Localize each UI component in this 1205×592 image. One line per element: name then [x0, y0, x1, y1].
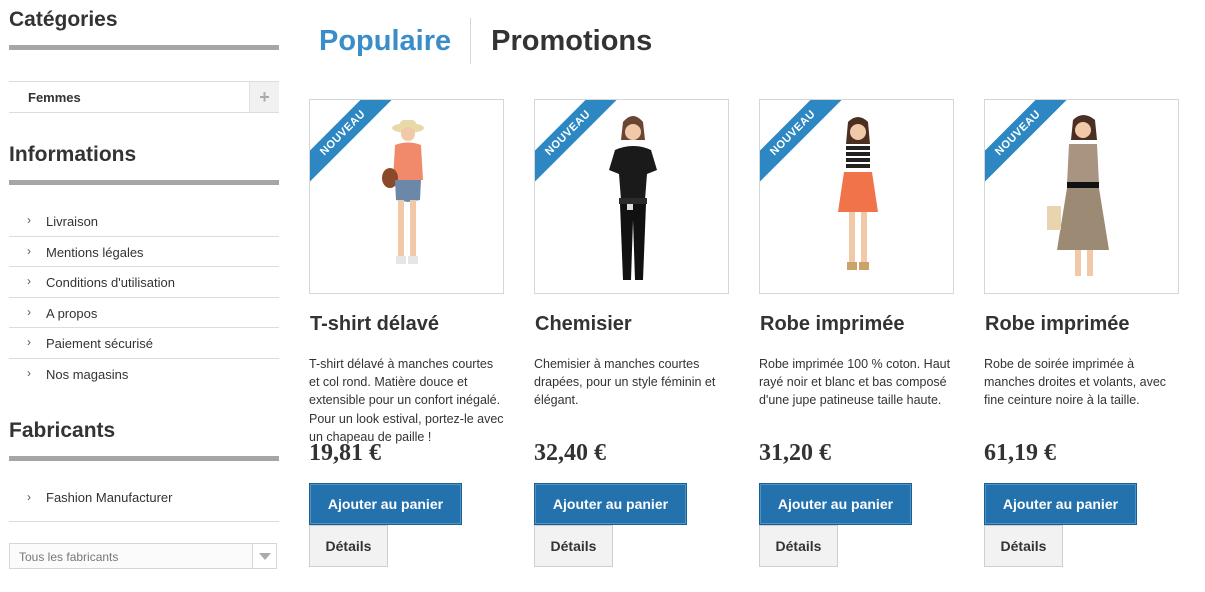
manufacturer-item[interactable]: › Fashion Manufacturer	[9, 482, 279, 522]
categories-title: Catégories	[9, 8, 118, 31]
product-price: 61,19 €	[984, 440, 1056, 466]
product-image[interactable]: NOUVEAU	[984, 99, 1179, 294]
new-badge: NOUVEAU	[310, 100, 393, 183]
add-to-cart-button[interactable]: Ajouter au panier	[534, 483, 687, 525]
new-ribbon: NOUVEAU	[760, 100, 843, 183]
info-item-conditions[interactable]: › Conditions d'utilisation	[9, 267, 279, 298]
fabricants-divider	[9, 456, 279, 461]
chevron-right-icon: ›	[27, 213, 31, 227]
add-to-cart-button[interactable]: Ajouter au panier	[309, 483, 462, 525]
chevron-right-icon: ›	[27, 304, 31, 319]
product-name[interactable]: Robe imprimée	[760, 313, 904, 336]
new-ribbon: NOUVEAU	[985, 100, 1068, 183]
category-label[interactable]: Femmes	[28, 90, 81, 105]
new-badge: NOUVEAU	[985, 100, 1068, 183]
product-description: Chemisier à manches courtes drapées, pou…	[534, 357, 716, 408]
category-item-femmes[interactable]: Femmes +	[9, 81, 279, 113]
informations-title: Informations	[9, 143, 137, 166]
manufacturer-select[interactable]: Tous les fabricants	[9, 543, 277, 569]
new-badge: NOUVEAU	[760, 100, 843, 183]
categories-divider	[9, 45, 279, 50]
info-item-magasins[interactable]: › Nos magasins	[9, 359, 279, 390]
informations-divider	[9, 180, 279, 185]
info-item-paiement[interactable]: › Paiement sécurisé	[9, 328, 279, 359]
info-link[interactable]: Paiement sécurisé	[46, 336, 153, 351]
new-badge: NOUVEAU	[535, 100, 618, 183]
info-link[interactable]: Mentions légales	[46, 245, 144, 260]
new-ribbon: NOUVEAU	[310, 100, 393, 183]
manufacturer-link[interactable]: Fashion Manufacturer	[46, 490, 172, 505]
info-link[interactable]: Livraison	[46, 214, 98, 229]
details-button[interactable]: Détails	[984, 525, 1063, 567]
details-button[interactable]: Détails	[309, 525, 388, 567]
product-tabs: Populaire Promotions	[319, 18, 652, 64]
new-ribbon: NOUVEAU	[535, 100, 618, 183]
details-button[interactable]: Détails	[534, 525, 613, 567]
fabricants-title: Fabricants	[9, 419, 116, 442]
chevron-right-icon: ›	[27, 335, 31, 349]
product-image[interactable]: NOUVEAU	[759, 99, 954, 294]
info-link[interactable]: Nos magasins	[46, 367, 128, 382]
tab-promotions[interactable]: Promotions	[471, 18, 652, 64]
chevron-right-icon: ›	[27, 274, 31, 288]
details-button[interactable]: Détails	[759, 525, 838, 567]
info-item-mentions[interactable]: › Mentions légales	[9, 237, 279, 267]
product-price: 31,20 €	[759, 440, 831, 466]
manufacturer-select-value: Tous les fabricants	[19, 550, 119, 564]
product-price: 19,81 €	[309, 440, 381, 466]
product-name[interactable]: T-shirt délavé	[310, 313, 439, 336]
informations-list: › Livraison › Mentions légales › Conditions…	[9, 206, 279, 389]
product-image[interactable]: NOUVEAU	[534, 99, 729, 294]
info-item-livraison[interactable]: › Livraison	[9, 206, 279, 237]
chevron-down-icon[interactable]	[252, 544, 276, 568]
product-description: Robe imprimée 100 % coton. Haut rayé noi…	[759, 357, 951, 408]
plus-icon[interactable]: +	[249, 82, 279, 112]
info-link[interactable]: A propos	[46, 306, 97, 321]
info-item-apropos[interactable]: › A propos	[9, 298, 279, 328]
product-card: NOUVEAU Robe imprimée Robe de soirée imp…	[984, 99, 1179, 567]
tab-populaire[interactable]: Populaire	[319, 18, 470, 64]
product-price: 32,40 €	[534, 440, 606, 466]
product-name[interactable]: Robe imprimée	[985, 313, 1129, 336]
product-description: T-shirt délavé à manches courtes et col …	[309, 357, 504, 444]
product-card: NOUVEAU Chemisier Chemisier à manches co…	[534, 99, 729, 567]
add-to-cart-button[interactable]: Ajouter au panier	[759, 483, 912, 525]
product-card: NOUVEAU T-shirt délavé T-shirt délavé à …	[309, 99, 504, 567]
product-image[interactable]: NOUVEAU	[309, 99, 504, 294]
chevron-right-icon: ›	[27, 490, 31, 504]
product-description: Robe de soirée imprimée à manches droite…	[984, 357, 1167, 408]
chevron-right-icon: ›	[27, 243, 31, 258]
info-link[interactable]: Conditions d'utilisation	[46, 275, 175, 290]
add-to-cart-button[interactable]: Ajouter au panier	[984, 483, 1137, 525]
product-card: NOUVEAU Robe imprimée Robe imprimée 100 …	[759, 99, 954, 567]
chevron-right-icon: ›	[27, 365, 31, 380]
product-name[interactable]: Chemisier	[535, 313, 632, 336]
